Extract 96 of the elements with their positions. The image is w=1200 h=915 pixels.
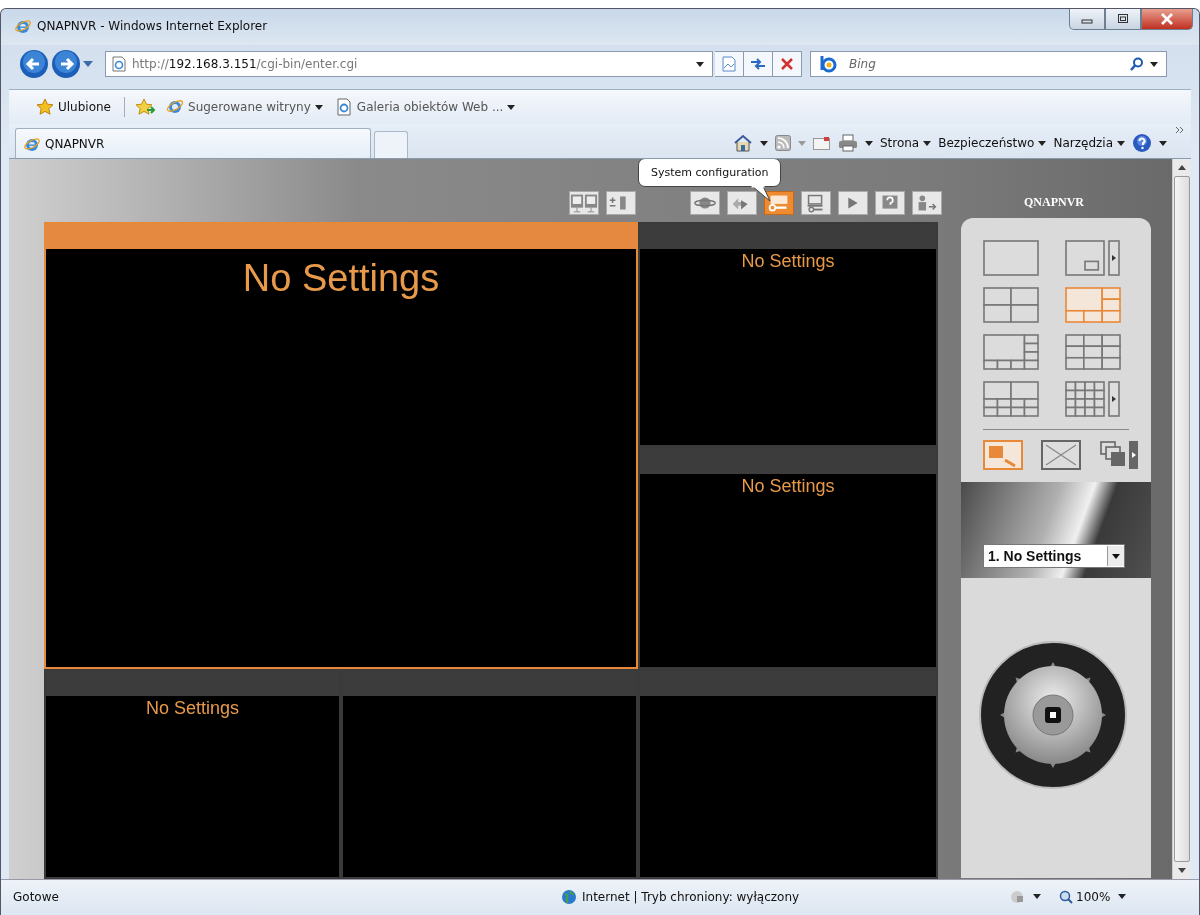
maximize-button[interactable] xyxy=(1105,9,1141,30)
close-icon xyxy=(1160,13,1174,25)
home-icon[interactable] xyxy=(732,134,753,152)
address-field[interactable]: http://192.168.3.151/cgi-bin/enter.cgi xyxy=(105,51,713,77)
camera-view[interactable]: No Settings xyxy=(44,669,341,879)
maximize-icon xyxy=(1117,14,1129,24)
toolbar-button[interactable] xyxy=(764,191,794,215)
refresh-button[interactable] xyxy=(744,51,773,77)
brand-logo: QNAPNVR xyxy=(1024,195,1084,210)
dropdown-arrow-icon[interactable] xyxy=(314,104,323,110)
chevron-icon[interactable] xyxy=(1175,126,1185,136)
monitors-icon xyxy=(570,192,598,214)
orbit-logo-icon xyxy=(15,18,31,34)
scroll-up-icon xyxy=(1178,165,1186,170)
stop-icon xyxy=(780,57,794,71)
view-status-text: No Settings xyxy=(145,698,240,719)
page-icon xyxy=(112,56,126,72)
toolbar-button[interactable] xyxy=(569,191,599,215)
search-icon[interactable] xyxy=(1130,57,1144,71)
toolbar-button[interactable] xyxy=(690,191,720,215)
layout-button[interactable] xyxy=(1065,381,1121,417)
toolbar-button[interactable] xyxy=(912,191,942,215)
dropdown-arrow-icon[interactable] xyxy=(1033,894,1041,899)
status-text: Gotowe xyxy=(13,889,60,904)
search-field[interactable]: Bing xyxy=(810,51,1167,77)
scrollbar[interactable] xyxy=(1172,159,1191,879)
toolbar-button[interactable] xyxy=(875,191,905,215)
back-button[interactable] xyxy=(19,49,49,79)
dropdown-arrow-icon[interactable] xyxy=(864,140,873,146)
command-menu[interactable]: Bezpieczeństwo xyxy=(938,136,1047,150)
orbit-logo-icon xyxy=(24,135,40,152)
fullscreen-button[interactable] xyxy=(1041,440,1081,470)
scrollbar-thumb[interactable] xyxy=(1174,176,1190,862)
view-status-text: No Settings xyxy=(741,476,835,497)
layout-button[interactable] xyxy=(1065,287,1121,323)
close-button[interactable] xyxy=(1141,9,1193,30)
dropdown-arrow-icon[interactable] xyxy=(696,61,704,67)
layout-button[interactable] xyxy=(1065,240,1121,276)
dropdown-arrow-icon[interactable] xyxy=(1038,140,1047,146)
scroll-down-icon xyxy=(1178,868,1186,873)
window-title: QNAPNVR - Windows Internet Explorer xyxy=(37,19,268,33)
compatibility-button[interactable] xyxy=(715,51,744,77)
security-zone-text: Internet | Tryb chroniony: wyłączony xyxy=(582,889,800,904)
zoom-control[interactable]: 100% xyxy=(1059,889,1111,904)
command-menu[interactable]: Strona xyxy=(879,136,932,150)
dropdown-arrow-icon[interactable] xyxy=(1117,140,1125,146)
star-icon xyxy=(36,98,54,116)
camera-view[interactable]: No Settings xyxy=(638,447,938,669)
dropdown-arrow-icon[interactable] xyxy=(1159,140,1167,146)
page-icon xyxy=(334,98,353,116)
toolbar-button[interactable] xyxy=(727,191,757,215)
refresh-icon xyxy=(749,56,767,72)
favorites-item[interactable]: Ulubione xyxy=(33,96,114,118)
orbit-logo-icon xyxy=(166,98,184,116)
help-icon[interactable] xyxy=(1132,133,1152,153)
minimize-button[interactable] xyxy=(1069,9,1105,30)
dropdown-arrow-icon xyxy=(1112,553,1120,559)
layout-button[interactable] xyxy=(983,240,1039,276)
toolbar-button[interactable] xyxy=(838,191,868,215)
search-input[interactable]: Bing xyxy=(847,56,1124,72)
forward-button[interactable] xyxy=(51,49,81,79)
dropdown-arrow-icon[interactable] xyxy=(1118,894,1127,899)
command-menu[interactable]: Narzędzia xyxy=(1053,136,1125,150)
magnifier-icon xyxy=(1059,889,1073,904)
layout-button[interactable] xyxy=(1065,334,1121,370)
history-dropdown-icon[interactable] xyxy=(83,61,93,67)
view-status-text: No Settings xyxy=(242,256,440,300)
toolbar-button[interactable] xyxy=(606,191,636,215)
mail-icon[interactable] xyxy=(812,136,831,150)
view-status-text: No Settings xyxy=(741,251,835,272)
browser-tab[interactable]: QNAPNVR xyxy=(15,128,371,158)
layout-button[interactable] xyxy=(983,334,1039,370)
camera-view[interactable]: No Settings xyxy=(638,222,938,447)
ptz-joystick[interactable] xyxy=(978,640,1128,790)
dropdown-arrow-icon[interactable] xyxy=(923,140,932,146)
dropdown-arrow-icon[interactable] xyxy=(759,140,768,146)
focus-mode-button[interactable] xyxy=(983,440,1023,470)
tooltip-pointer-icon xyxy=(751,186,771,202)
dropdown-arrow-icon[interactable] xyxy=(1150,61,1158,67)
security-icon[interactable] xyxy=(1009,888,1025,905)
globe-icon xyxy=(561,888,577,905)
feed-icon[interactable] xyxy=(774,135,791,151)
camera-view[interactable]: No Settings xyxy=(44,222,638,669)
favorites-item[interactable]: Sugerowane witryny xyxy=(163,96,326,118)
dropdown-arrow-icon[interactable] xyxy=(507,104,516,110)
star-arrow-icon[interactable] xyxy=(135,98,157,116)
layout-button[interactable] xyxy=(983,381,1039,417)
camera-dropdown[interactable]: 1. No Settings xyxy=(983,544,1125,568)
stop-button[interactable] xyxy=(773,51,802,77)
broken-page-icon xyxy=(721,56,737,72)
sequence-button[interactable] xyxy=(1099,440,1139,470)
toolbar-button[interactable] xyxy=(801,191,831,215)
printer-icon[interactable] xyxy=(837,134,858,152)
url-text: http://192.168.3.151/cgi-bin/enter.cgi xyxy=(132,57,358,71)
layout-button[interactable] xyxy=(983,287,1039,323)
favorites-item[interactable]: Galeria obiektów Web ... xyxy=(331,96,519,118)
